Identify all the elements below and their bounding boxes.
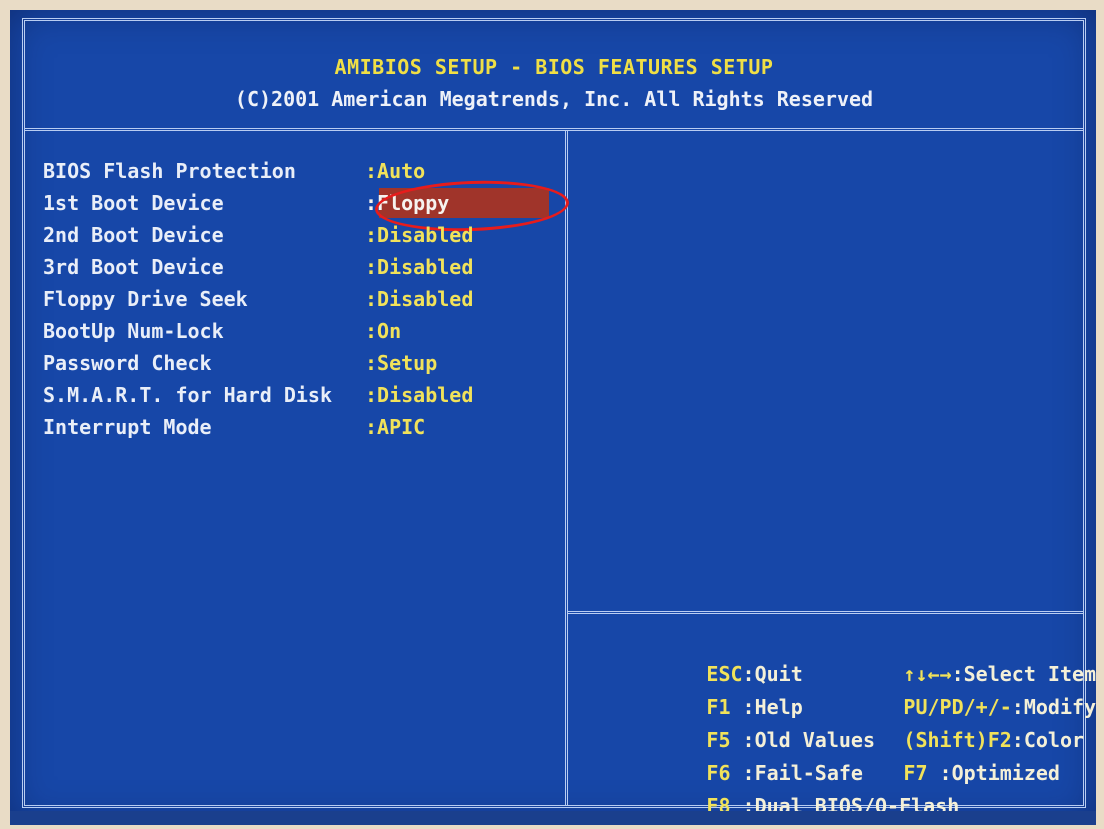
setting-label: Floppy Drive Seek: [43, 287, 248, 311]
bios-frame: AMIBIOS SETUP - BIOS FEATURES SETUP (C)2…: [22, 18, 1096, 818]
setting-label: 1st Boot Device: [43, 191, 224, 215]
setting-label: Interrupt Mode: [43, 415, 212, 439]
setting-label: BootUp Num-Lock: [43, 319, 224, 343]
setting-row-1st-boot-device[interactable]: 1st Boot Device :Floppy: [25, 177, 570, 235]
setting-row-smart-hard-disk[interactable]: S.M.A.R.T. for Hard Disk :Disabled: [25, 383, 565, 413]
setting-value[interactable]: :Disabled: [365, 383, 473, 407]
setting-label: BIOS Flash Protection: [43, 159, 296, 183]
setting-value[interactable]: :Disabled: [365, 287, 473, 311]
setting-value[interactable]: :Auto: [365, 159, 425, 183]
setting-row-bootup-num-lock[interactable]: BootUp Num-Lock :On: [25, 319, 565, 349]
setting-label: S.M.A.R.T. for Hard Disk: [43, 383, 332, 407]
setting-value[interactable]: :Disabled: [365, 223, 473, 247]
setting-row-password-check[interactable]: Password Check :Setup: [25, 351, 565, 381]
screen-bottom-edge: [10, 811, 1096, 825]
setting-row-bios-flash-protection[interactable]: BIOS Flash Protection :Auto: [25, 159, 565, 189]
setting-row-2nd-boot-device[interactable]: 2nd Boot Device :Disabled: [25, 223, 565, 253]
bios-header: AMIBIOS SETUP - BIOS FEATURES SETUP (C)2…: [25, 21, 1083, 131]
setting-row-3rd-boot-device[interactable]: 3rd Boot Device :Disabled: [25, 255, 565, 285]
key-help-panel: ESC:Quit ↑↓←→:Select Item F1 :Help PU/PD…: [568, 611, 1096, 818]
copyright-text: (C)2001 American Megatrends, Inc. All Ri…: [234, 87, 874, 111]
setting-value[interactable]: :APIC: [365, 415, 425, 439]
setting-value-selected[interactable]: :Floppy: [365, 191, 449, 215]
bios-screen: AMIBIOS SETUP - BIOS FEATURES SETUP (C)2…: [10, 10, 1096, 824]
setting-row-interrupt-mode[interactable]: Interrupt Mode :APIC: [25, 415, 565, 445]
setting-label: Password Check: [43, 351, 212, 375]
setting-label: 2nd Boot Device: [43, 223, 224, 247]
setting-row-floppy-drive-seek[interactable]: Floppy Drive Seek :Disabled: [25, 287, 565, 317]
setting-value[interactable]: :On: [365, 319, 401, 343]
settings-panel: BIOS Flash Protection :Auto 1st Boot Dev…: [25, 131, 570, 805]
setting-label: 3rd Boot Device: [43, 255, 224, 279]
setting-value[interactable]: :Disabled: [365, 255, 473, 279]
page-title: AMIBIOS SETUP - BIOS FEATURES SETUP: [334, 55, 774, 79]
item-help-panel: ESC:Quit ↑↓←→:Select Item F1 :Help PU/PD…: [568, 131, 1096, 818]
setting-value[interactable]: :Setup: [365, 351, 437, 375]
